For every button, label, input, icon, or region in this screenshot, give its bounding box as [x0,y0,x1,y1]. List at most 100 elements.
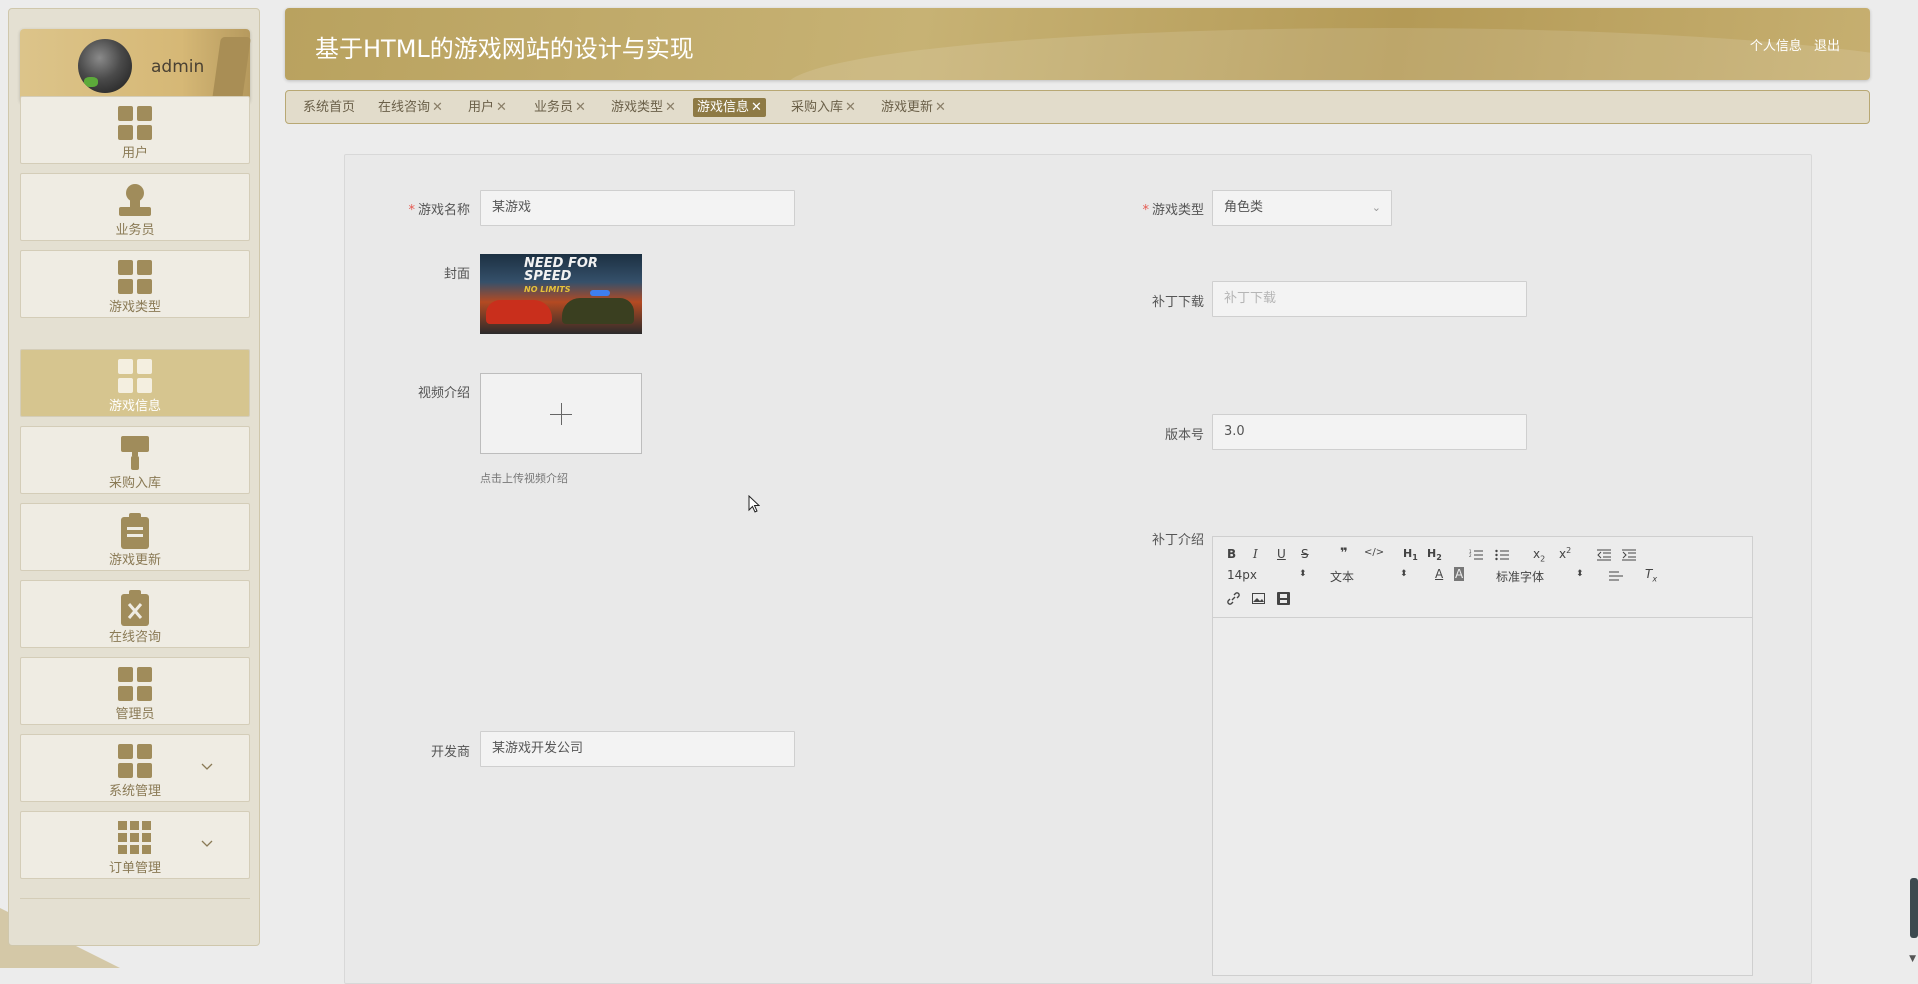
link-icon[interactable] [1227,592,1240,605]
sidebar-item-label: 管理员 [115,707,155,722]
cover-image[interactable]: NEED FOR SPEED NO LIMITS [480,254,642,334]
video-icon[interactable] [1277,592,1290,605]
developer-input[interactable]: 某游戏开发公司 [480,731,795,767]
patch-download-label: 补丁下载 [1151,295,1204,310]
game-name-input[interactable]: 某游戏 [480,190,795,226]
code-button[interactable]: </> [1364,547,1384,558]
cover-car-police [562,298,634,324]
tab-label: 系统首页 [303,100,356,115]
align-icon[interactable] [1609,571,1623,581]
game-type-value: 角色类 [1224,200,1264,215]
font-size-value: 14px [1227,568,1257,582]
close-icon[interactable]: ✕ [935,100,946,115]
label-text: 游戏名称 [417,203,470,218]
indent-icon[interactable] [1622,549,1636,561]
font-color-button[interactable]: A [1435,567,1443,581]
tab-label: 游戏更新 [881,100,934,115]
outdent-icon[interactable] [1597,549,1611,561]
tab-purchase[interactable]: 采购入库 ✕ [787,98,860,117]
scroll-down-icon[interactable]: ▼ [1909,954,1916,964]
version-input[interactable]: 3.0 [1212,414,1527,450]
font-size-select[interactable]: 14px ⬍ [1227,568,1307,582]
tab-label: 用户 [468,100,495,115]
close-icon[interactable]: ✕ [665,100,676,115]
grid-icon [118,260,152,294]
tab-game-type[interactable]: 游戏类型 ✕ [607,98,680,117]
video-intro-label: 视频介绍 [417,386,470,401]
sidebar-item-label: 游戏类型 [108,300,161,315]
italic-button[interactable]: I [1253,547,1258,561]
close-icon[interactable]: ✕ [575,100,586,115]
sidebar-item-system[interactable]: 系统管理 [20,734,250,802]
close-icon[interactable]: ✕ [432,100,443,115]
sidebar-item-consult[interactable]: 在线咨询 [20,580,250,648]
tab-game-update[interactable]: 游戏更新 ✕ [877,98,950,117]
sidebar-item-users[interactable]: 用户 [20,96,250,164]
sidebar-item-salesman[interactable]: 业务员 [20,173,250,241]
chevron-down-icon[interactable] [201,840,213,848]
tab-label: 在线咨询 [378,100,431,115]
clear-format-button[interactable]: Tx [1645,567,1657,583]
avatar[interactable] [78,39,132,93]
required-mark: * [1142,203,1149,218]
tab-home[interactable]: 系统首页 [299,98,359,117]
blockquote-button[interactable]: ❞ [1340,546,1348,561]
tab-salesman[interactable]: 业务员 ✕ [530,98,590,117]
user-name: admin [151,57,205,77]
cover-logo: NEED FOR SPEED NO LIMITS [524,257,598,296]
sidebar-item-label: 用户 [121,146,148,161]
underline-button[interactable]: U [1277,547,1286,561]
video-upload-button[interactable] [480,373,642,454]
tab-game-info[interactable]: 游戏信息 ✕ [693,98,766,117]
cover-label: 封面 [443,267,470,282]
sidebar-item-game-update[interactable]: 游戏更新 [20,503,250,571]
bullet-list-icon[interactable] [1495,549,1509,561]
tab-users[interactable]: 用户 ✕ [464,98,511,117]
sidebar: admin 用户 业务员 游戏类型 游戏信息 采购入库 游戏更新 在线咨询 管理… [8,8,260,946]
apps-icon [118,821,151,854]
background-color-button[interactable]: A [1454,567,1465,581]
close-icon[interactable]: ✕ [845,100,856,115]
sidebar-item-label: 订单管理 [108,861,161,876]
image-icon[interactable] [1252,593,1265,604]
strike-button[interactable]: S [1301,547,1309,561]
sidebar-item-orders[interactable]: 订单管理 [20,811,250,879]
logout-link[interactable]: 退出 [1814,39,1840,54]
h2-button[interactable]: H2 [1427,547,1442,562]
sidebar-item-label: 游戏更新 [108,553,161,568]
tab-consult[interactable]: 在线咨询 ✕ [374,98,447,117]
scrollbar-thumb[interactable] [1910,878,1918,938]
bold-button[interactable]: B [1227,547,1236,561]
cover-siren [590,290,610,296]
person-icon [119,184,151,216]
label-text: 游戏类型 [1151,203,1204,218]
clipboard-x-icon [121,590,149,626]
sidebar-item-game-type[interactable]: 游戏类型 [20,250,250,318]
paragraph-select[interactable]: 文本 ⬍ [1330,568,1408,585]
tab-bar: 系统首页 在线咨询 ✕ 用户 ✕ 业务员 ✕ 游戏类型 ✕ 游戏信息 ✕ 采购入库 ✕ 游戏… [285,90,1870,124]
font-family-select[interactable]: 标准字体 ⬍ [1496,568,1584,585]
tab-label: 游戏类型 [611,100,664,115]
grid-icon [118,359,152,393]
header-wave [785,28,1870,80]
video-upload-hint: 点击上传视频介绍 [480,472,568,485]
ordered-list-icon[interactable]: 12 [1469,549,1483,561]
sidebar-item-admin[interactable]: 管理员 [20,657,250,725]
sidebar-divider [20,898,250,899]
cover-car-red [486,300,552,324]
close-icon[interactable]: ✕ [751,100,762,115]
profile-link[interactable]: 个人信息 [1750,39,1802,54]
cover-logo-line: SPEED [524,269,572,284]
user-card[interactable]: admin [20,29,251,107]
superscript-button[interactable]: x2 [1559,546,1571,561]
game-type-select[interactable]: 角色类 ⌄ [1212,190,1392,226]
subscript-button[interactable]: x2 [1533,547,1545,563]
h1-button[interactable]: H1 [1403,547,1418,562]
patch-download-input[interactable]: 补丁下载 [1212,281,1527,317]
chevron-down-icon[interactable] [201,763,213,771]
sidebar-item-label: 系统管理 [108,784,161,799]
required-mark: * [408,203,415,218]
close-icon[interactable]: ✕ [496,100,507,115]
sidebar-item-game-info[interactable]: 游戏信息 [20,349,250,417]
sidebar-item-purchase[interactable]: 采购入库 [20,426,250,494]
